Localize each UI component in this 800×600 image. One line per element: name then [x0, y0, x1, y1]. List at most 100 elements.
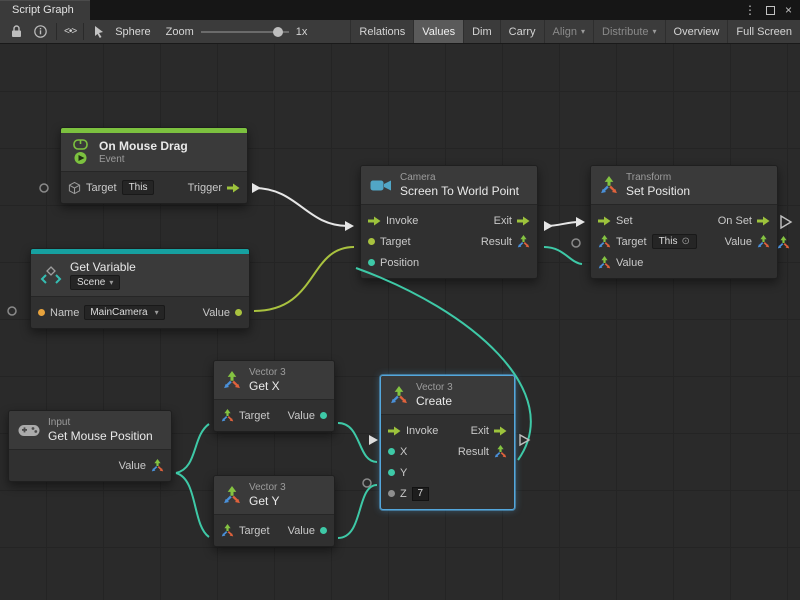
vector3-type-icon[interactable] — [221, 524, 234, 537]
ghost-flow-port[interactable] — [520, 435, 529, 445]
wire-get-x-to-create-x[interactable] — [338, 423, 377, 462]
vector3-type-icon[interactable] — [517, 235, 530, 248]
node-set-position[interactable]: Transform Set Position Set On Set Target — [590, 165, 778, 279]
z-value-field[interactable] — [412, 487, 429, 501]
chevron-down-icon: ▾ — [155, 308, 159, 317]
node-on-mouse-drag[interactable]: On Mouse Drag Event Target This Trigger — [60, 127, 248, 204]
variable-name-dropdown[interactable]: MainCamera ▾ — [84, 305, 164, 320]
vector3-type-icon[interactable] — [598, 256, 611, 269]
flow-output-port[interactable] — [494, 426, 507, 436]
value-output-port[interactable] — [320, 412, 327, 419]
variable-scope-dropdown[interactable]: Scene ▾ — [70, 275, 120, 290]
selection-breadcrumb[interactable]: Sphere — [84, 20, 157, 43]
chip-label: This — [659, 236, 678, 247]
object-picker-icon[interactable]: ⊙ — [681, 236, 689, 247]
wire-result-to-value[interactable] — [544, 247, 582, 264]
gameobject-icon — [68, 181, 81, 195]
ghost-flow-port[interactable] — [781, 216, 791, 228]
value-output-port[interactable] — [320, 527, 327, 534]
values-button[interactable]: Values — [413, 20, 463, 43]
port-trigger-label: Trigger — [188, 182, 222, 194]
y-input-port[interactable] — [388, 469, 395, 476]
graph-canvas[interactable]: On Mouse Drag Event Target This Trigger — [0, 44, 800, 600]
wire-arrow — [252, 183, 261, 193]
info-icon[interactable] — [31, 23, 49, 41]
zoom-slider[interactable] — [201, 31, 289, 33]
camera-icon — [370, 178, 392, 193]
overview-button[interactable]: Overview — [665, 20, 728, 43]
vector3-type-icon[interactable] — [757, 235, 770, 248]
relations-button[interactable]: Relations — [350, 20, 413, 43]
x-input-port[interactable] — [388, 448, 395, 455]
scope-label: Scene — [77, 277, 105, 288]
vector3-type-icon[interactable] — [598, 235, 611, 248]
distribute-button[interactable]: Distribute ▾ — [593, 20, 664, 43]
code-preview-icon[interactable]: <•> — [64, 26, 76, 37]
flow-input-port[interactable] — [598, 216, 611, 226]
node-vector3-get-x[interactable]: Vector 3 Get X Target Value — [213, 360, 335, 432]
port-row: Y — [381, 462, 514, 483]
tab-bar-spacer — [90, 0, 736, 20]
ghost-input-port[interactable] — [363, 479, 371, 487]
wire-exit-to-set[interactable] — [546, 222, 579, 226]
maximize-icon[interactable] — [766, 6, 775, 15]
node-title: Set Position — [626, 184, 690, 198]
lock-icon[interactable] — [7, 23, 25, 41]
window-menu-icon[interactable]: ⋮ — [744, 3, 756, 17]
node-category: Vector 3 — [249, 367, 286, 378]
carry-button[interactable]: Carry — [500, 20, 544, 43]
wire-mouse-to-get-x[interactable] — [176, 424, 209, 473]
z-input-port[interactable] — [388, 490, 395, 497]
port-row: X Result — [381, 441, 514, 462]
values-label: Values — [422, 26, 455, 38]
port-set-label: Set — [616, 215, 633, 227]
ghost-input-port[interactable] — [40, 184, 48, 192]
value-output-port[interactable] — [235, 309, 242, 316]
port-row: Invoke Exit — [361, 210, 537, 231]
node-get-variable[interactable]: Get Variable Scene ▾ Name MainCamera ▾ V… — [30, 248, 250, 329]
wire-trigger-to-invoke[interactable] — [254, 188, 348, 226]
wire-arrow — [345, 221, 354, 231]
wire-get-y-to-create-y[interactable] — [338, 485, 377, 538]
fullscreen-button[interactable]: Full Screen — [727, 20, 800, 43]
port-value-label: Value — [203, 307, 230, 319]
ghost-flow-port[interactable] — [369, 435, 378, 445]
name-input-port[interactable] — [38, 309, 45, 316]
fullscreen-label: Full Screen — [736, 26, 792, 38]
vector3-type-icon[interactable] — [151, 459, 164, 472]
relations-label: Relations — [359, 26, 405, 38]
ghost-input-port[interactable] — [572, 239, 580, 247]
tab-script-graph[interactable]: Script Graph — [0, 0, 90, 20]
align-button[interactable]: Align ▾ — [544, 20, 593, 43]
node-get-mouse-position[interactable]: Input Get Mouse Position Value — [8, 410, 172, 482]
position-input-port[interactable] — [368, 259, 375, 266]
target-value-chip[interactable]: This ⊙ — [652, 234, 697, 249]
port-row: Position — [361, 252, 537, 273]
wire-mouse-to-get-y[interactable] — [176, 473, 209, 537]
dim-button[interactable]: Dim — [463, 20, 500, 43]
node-vector3-create[interactable]: Vector 3 Create Invoke Exit X Result — [380, 375, 515, 510]
target-value-chip[interactable]: This — [122, 180, 155, 195]
vector3-type-icon[interactable] — [494, 445, 507, 458]
flow-input-port[interactable] — [368, 216, 381, 226]
node-screen-to-world-point[interactable]: Camera Screen To World Point Invoke Exit… — [360, 165, 538, 279]
ghost-input-port[interactable] — [8, 307, 16, 315]
node-title: Create — [416, 394, 453, 408]
close-icon[interactable]: × — [785, 3, 792, 17]
port-y-label: Y — [400, 467, 407, 479]
transform-icon — [600, 176, 618, 194]
target-input-port[interactable] — [368, 238, 375, 245]
zoom-slider-handle[interactable] — [273, 27, 283, 37]
node-vector3-get-y[interactable]: Vector 3 Get Y Target Value — [213, 475, 335, 547]
wire-arrow — [576, 217, 585, 227]
wire-maincamera-to-target[interactable] — [254, 247, 354, 311]
flow-output-port[interactable] — [227, 183, 240, 193]
flow-input-port[interactable] — [388, 426, 401, 436]
node-title: Get Mouse Position — [48, 429, 153, 443]
flow-output-port[interactable] — [517, 216, 530, 226]
flow-output-port[interactable] — [757, 216, 770, 226]
vector3-type-icon[interactable] — [221, 409, 234, 422]
toolbar-spacer — [315, 20, 350, 43]
align-label: Align — [553, 26, 577, 38]
port-invoke-label: Invoke — [406, 425, 438, 437]
